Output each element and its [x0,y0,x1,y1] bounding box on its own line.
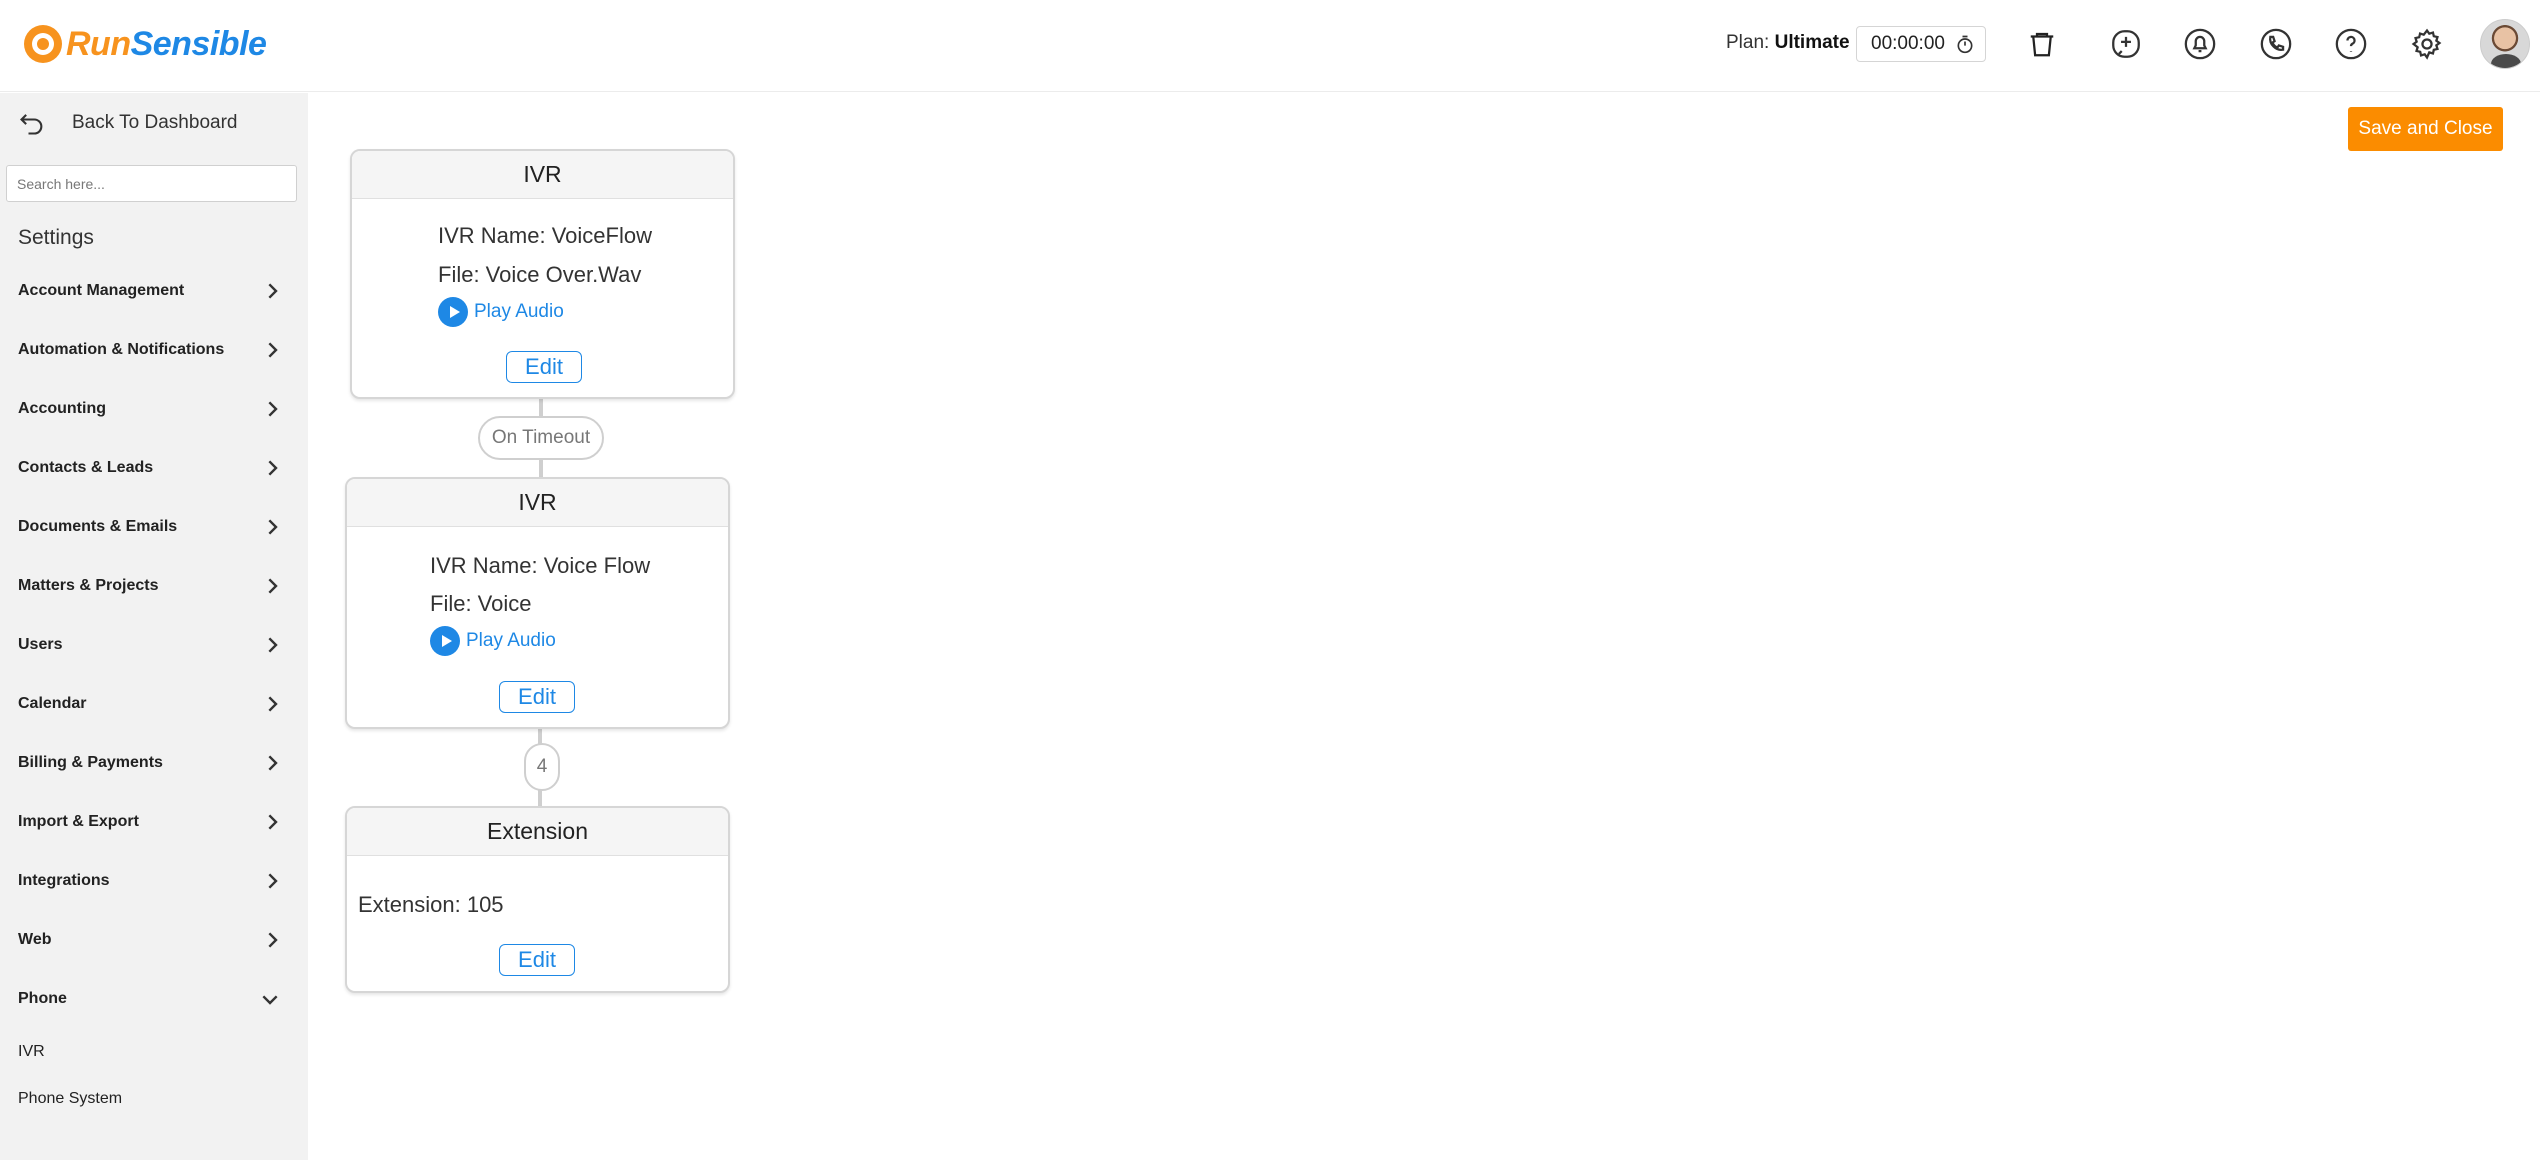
sidebar-item-calendar[interactable]: Calendar [0,674,308,733]
chevron-right-icon [268,931,278,948]
sidebar-item-phone[interactable]: Phone [0,969,308,1028]
sidebar-item-integrations[interactable]: Integrations [0,851,308,910]
bell-icon [2184,28,2216,60]
help-button[interactable] [2331,24,2371,64]
brand-logo[interactable]: RunSensible [24,24,267,64]
chevron-right-icon [268,518,278,535]
timer-value: 00:00:00 [1871,33,1945,54]
notifications-button[interactable] [2180,24,2220,64]
chevron-right-icon [268,577,278,594]
extension-node: Extension Extension: 105 Edit [345,806,730,993]
play-audio-link[interactable]: Play Audio [438,297,564,327]
trash-icon [2030,32,2054,57]
sidebar-item-account-management[interactable]: Account Management [0,261,308,320]
phone-icon [2260,28,2292,60]
help-icon [2335,28,2367,60]
back-to-dashboard-link[interactable]: Back To Dashboard [18,111,237,135]
stopwatch-icon[interactable] [1955,34,1975,54]
sidebar: Back To Dashboard Settings Account Manag… [0,93,308,1160]
save-and-close-button[interactable]: Save and Close [2348,107,2503,151]
avatar[interactable] [2480,19,2530,69]
sidebar-subitem-ivr[interactable]: IVR [0,1028,308,1075]
chevron-down-icon [262,994,278,1005]
ivr-name: IVR Name: VoiceFlow [438,223,652,248]
settings-menu: Account Management Automation & Notifica… [0,261,308,1122]
ivr-file: File: Voice Over.Wav [438,262,642,287]
trash-button[interactable] [2022,24,2062,64]
sidebar-item-matters-projects[interactable]: Matters & Projects [0,556,308,615]
timer[interactable]: 00:00:00 [1856,26,1986,62]
search-input[interactable] [6,165,297,202]
edit-button[interactable]: Edit [499,944,575,976]
connector-label[interactable]: 4 [524,743,560,791]
chevron-right-icon [268,872,278,889]
chevron-right-icon [268,459,278,476]
top-bar: RunSensible Plan: Ultimate 00:00:00 [0,0,2540,92]
ivr-name: IVR Name: Voice Flow [430,553,651,578]
gear-icon [2411,28,2442,60]
plan-label: Plan: [1726,32,1770,53]
ivr-node: IVR IVR Name: VoiceFlow File: Voice Over… [350,149,735,399]
settings-heading: Settings [18,226,94,249]
sidebar-item-users[interactable]: Users [0,615,308,674]
node-title: IVR [347,479,728,527]
play-icon [438,297,468,327]
chevron-right-icon [268,636,278,653]
back-label: Back To Dashboard [72,112,238,133]
ivr-file: File: Voice [430,591,532,616]
chevron-right-icon [268,754,278,771]
play-audio-link[interactable]: Play Audio [430,626,556,656]
play-icon [430,626,460,656]
logo-icon [24,25,62,63]
edit-button[interactable]: Edit [499,681,575,713]
add-call-button[interactable] [2106,24,2146,64]
chevron-right-icon [268,282,278,299]
sidebar-subitem-phone-system[interactable]: Phone System [0,1075,308,1122]
chevron-right-icon [268,341,278,358]
undo-arrow-icon [20,114,43,135]
chevron-right-icon [268,400,278,417]
edit-button[interactable]: Edit [506,351,582,383]
sidebar-item-automation-notifications[interactable]: Automation & Notifications [0,320,308,379]
plan-value: Ultimate [1774,32,1850,53]
sidebar-item-documents-emails[interactable]: Documents & Emails [0,497,308,556]
logo-text-run: Run [66,24,131,63]
plan-indicator: Plan: Ultimate [1726,32,1850,54]
chevron-right-icon [268,813,278,830]
ivr-node: IVR IVR Name: Voice Flow File: Voice Pla… [345,477,730,729]
sidebar-item-billing-payments[interactable]: Billing & Payments [0,733,308,792]
sidebar-item-accounting[interactable]: Accounting [0,379,308,438]
logo-text-sensible: Sensible [130,24,267,63]
extension-number: Extension: 105 [358,892,504,917]
chevron-right-icon [268,695,278,712]
node-title: Extension [347,808,728,856]
phone-button[interactable] [2256,24,2296,64]
sidebar-item-import-export[interactable]: Import & Export [0,792,308,851]
sidebar-item-contacts-leads[interactable]: Contacts & Leads [0,438,308,497]
sidebar-item-web[interactable]: Web [0,910,308,969]
node-title: IVR [352,151,733,199]
connector-label[interactable]: On Timeout [478,416,604,460]
settings-button[interactable] [2407,24,2447,64]
add-phone-call-icon [2112,30,2140,58]
